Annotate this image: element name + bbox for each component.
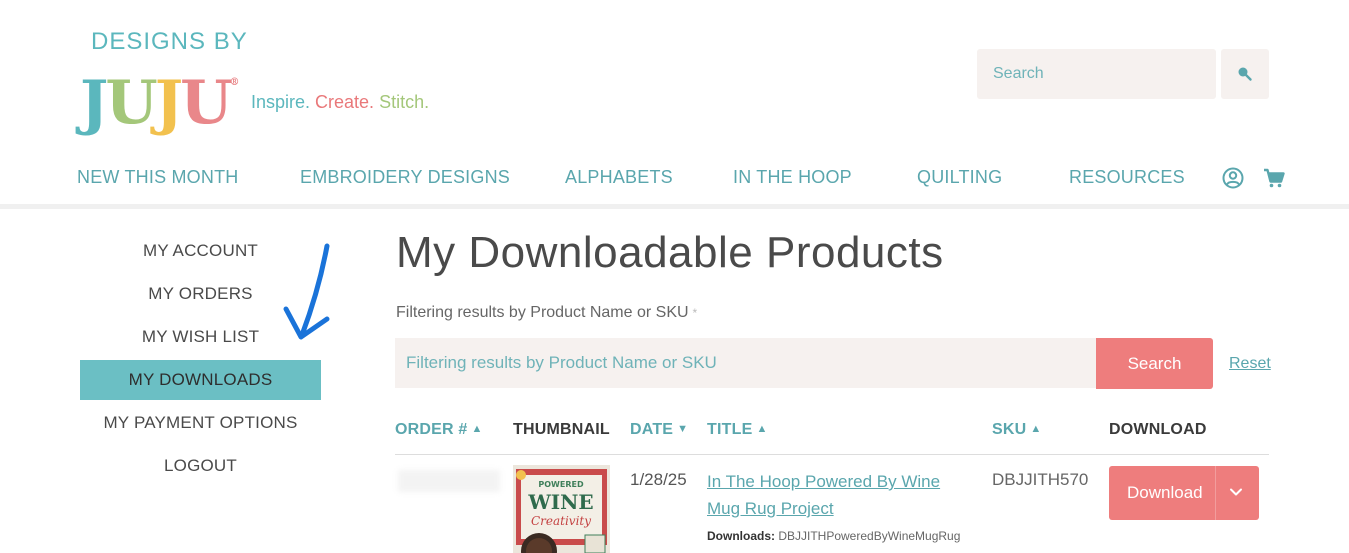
sidebar-item-my-payment-options[interactable]: MY PAYMENT OPTIONS [80,401,321,444]
required-mark: * [692,306,698,320]
filter-input[interactable] [395,338,1096,388]
row-date: 1/28/25 [630,470,687,489]
download-button-divider [1215,466,1216,520]
reset-link[interactable]: Reset [1229,355,1271,373]
downloads-value: DBJJITHPoweredByWineMugRug [775,529,961,543]
download-button[interactable]: Download [1109,466,1259,520]
header-search-button[interactable] [1221,49,1269,99]
filter-search-button[interactable]: Search [1096,338,1213,389]
tagline-create: Create. [310,92,375,112]
header-search-input[interactable] [977,49,1216,99]
sort-up-icon: ▲ [756,423,768,435]
filter-field[interactable] [395,338,1096,388]
search-icon [1238,67,1252,81]
logo-letter: J [154,68,183,138]
sidebar-item-my-downloads[interactable]: MY DOWNLOADS [80,360,321,400]
filter-label: Filtering results by Product Name or SKU… [396,304,697,322]
nav-quilting[interactable]: QUILTING [917,167,1002,188]
row-title-link[interactable]: In The Hoop Powered By Wine Mug Rug Proj… [707,468,972,522]
nav-in-the-hoop[interactable]: IN THE HOOP [733,167,852,188]
tagline-stitch: Stitch. [374,92,430,112]
header-search-field[interactable] [977,49,1216,99]
column-header-date[interactable]: DATE ▼ [630,421,688,439]
logo-letter: U [105,68,157,138]
site-logo[interactable]: DESIGNS BY JUJU® Inspire. Create. Stitch… [80,28,440,136]
order-number-redacted [398,470,500,492]
nav-resources[interactable]: RESOURCES [1069,167,1185,188]
logo-juju-wordmark: JUJU® [80,50,239,136]
table-header-divider [395,454,1269,455]
logo-letter: U [180,68,232,138]
column-header-order[interactable]: ORDER # ▲ [395,421,483,439]
column-header-order-label: ORDER # [395,421,468,438]
thumb-word-creativity: Creativity [531,514,591,528]
column-header-sku[interactable]: SKU ▲ [992,421,1041,439]
column-header-date-label: DATE [630,421,674,438]
nav-new-this-month[interactable]: NEW THIS MONTH [77,167,238,188]
logo-tagline: Inspire. Create. Stitch. [251,92,429,113]
logo-letter: J [80,68,108,138]
page-title: My Downloadable Products [396,228,944,277]
filter-label-text: Filtering results by Product Name or SKU [396,304,689,321]
column-header-sku-label: SKU [992,421,1027,438]
chevron-down-icon[interactable] [1228,484,1244,500]
blue-arrow-pointer [283,243,330,340]
thumb-word-wine: WINE [527,490,593,514]
thumb-word-powered: POWERED [538,480,584,489]
main-navigation: NEW THIS MONTH EMBROIDERY DESIGNS ALPHAB… [0,152,1349,204]
sort-up-icon: ▲ [1030,423,1042,435]
nav-alphabets[interactable]: ALPHABETS [565,167,673,188]
column-header-title[interactable]: TITLE ▲ [707,421,768,439]
nav-embroidery-designs[interactable]: EMBROIDERY DESIGNS [300,167,510,188]
column-header-download: DOWNLOAD [1109,421,1207,438]
thumbnail-image: POWERED WINE Creativity [513,465,610,553]
user-circle-icon[interactable] [1221,166,1245,190]
cart-icon[interactable] [1262,166,1286,190]
sidebar-item-logout[interactable]: LOGOUT [80,444,321,487]
nav-divider [0,204,1349,209]
product-thumbnail[interactable]: POWERED WINE Creativity [513,465,610,553]
sort-up-icon: ▲ [471,423,483,435]
site-header: DESIGNS BY JUJU® Inspire. Create. Stitch… [0,0,1349,140]
column-header-title-label: TITLE [707,421,753,438]
row-sku: DBJJITH570 [992,470,1089,489]
registered-mark: ® [229,77,240,88]
row-downloads-info: Downloads: DBJJITHPoweredByWineMugRug [707,529,960,543]
downloads-label: Downloads: [707,529,775,543]
tagline-inspire: Inspire. [251,92,311,112]
column-header-thumbnail: THUMBNAIL [513,421,610,438]
sort-down-icon: ▼ [677,423,689,435]
download-button-label: Download [1127,483,1203,502]
